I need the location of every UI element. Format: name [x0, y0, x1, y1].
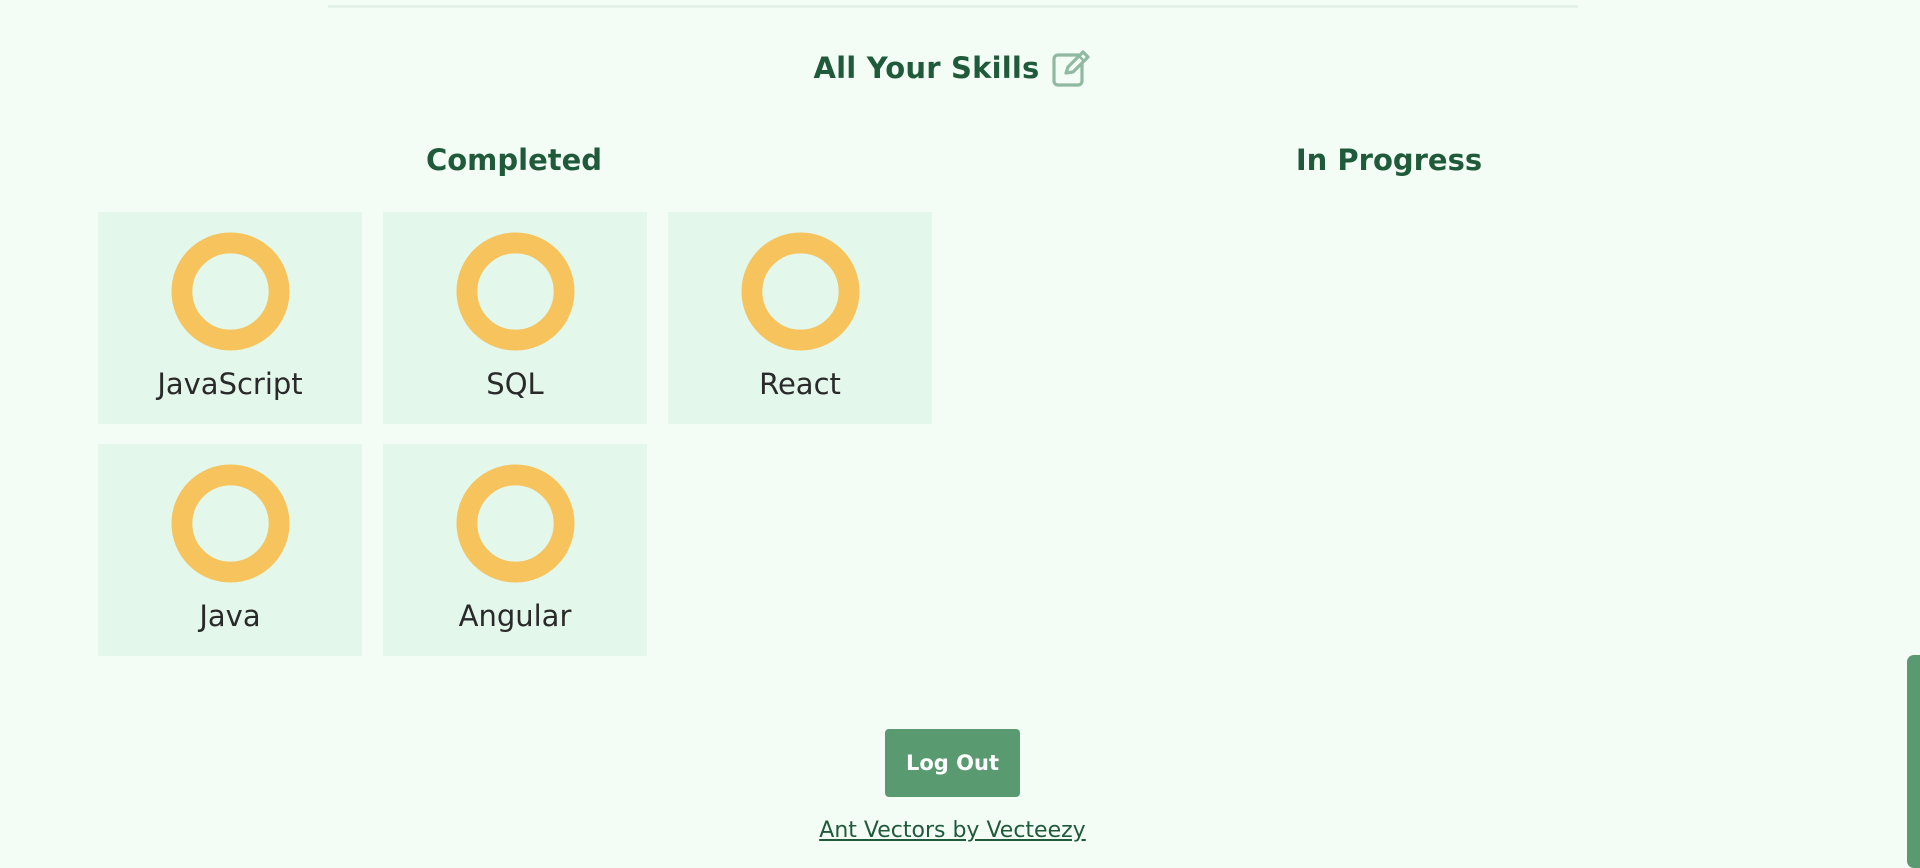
skill-name: Java	[199, 599, 261, 633]
scrollbar-track[interactable]	[1904, 0, 1920, 868]
progress-ring-icon	[170, 464, 290, 583]
completed-column-title: Completed	[425, 143, 603, 177]
top-divider	[328, 5, 1578, 8]
progress-ring-icon	[740, 232, 860, 351]
credit: Ant Vectors by Vecteezy	[0, 818, 1905, 843]
skill-name: JavaScript	[157, 367, 303, 401]
credit-link[interactable]: Ant Vectors by Vecteezy	[819, 818, 1085, 843]
skill-name: SQL	[486, 367, 544, 401]
edit-icon[interactable]	[1051, 48, 1091, 88]
progress-ring-icon	[455, 464, 575, 583]
skill-card-sql[interactable]: SQL	[383, 212, 647, 424]
profile-page: All Your Skills Completed In Progress Ja…	[0, 0, 1920, 868]
skill-name: Angular	[458, 599, 572, 633]
skill-card-react[interactable]: React	[668, 212, 932, 424]
progress-ring-icon	[455, 232, 575, 351]
progress-ring-icon	[170, 232, 290, 351]
completed-skills-grid: JavaScript SQL React Java Angular	[98, 212, 933, 656]
in-progress-column-title: In Progress	[1295, 143, 1483, 177]
skill-name: React	[759, 367, 841, 401]
skills-heading: All Your Skills	[0, 48, 1905, 88]
skills-title: All Your Skills	[813, 51, 1040, 85]
skill-card-angular[interactable]: Angular	[383, 444, 647, 656]
scrollbar-thumb[interactable]	[1907, 655, 1920, 868]
logout-button[interactable]: Log Out	[885, 729, 1020, 797]
skill-card-javascript[interactable]: JavaScript	[98, 212, 362, 424]
skill-card-java[interactable]: Java	[98, 444, 362, 656]
